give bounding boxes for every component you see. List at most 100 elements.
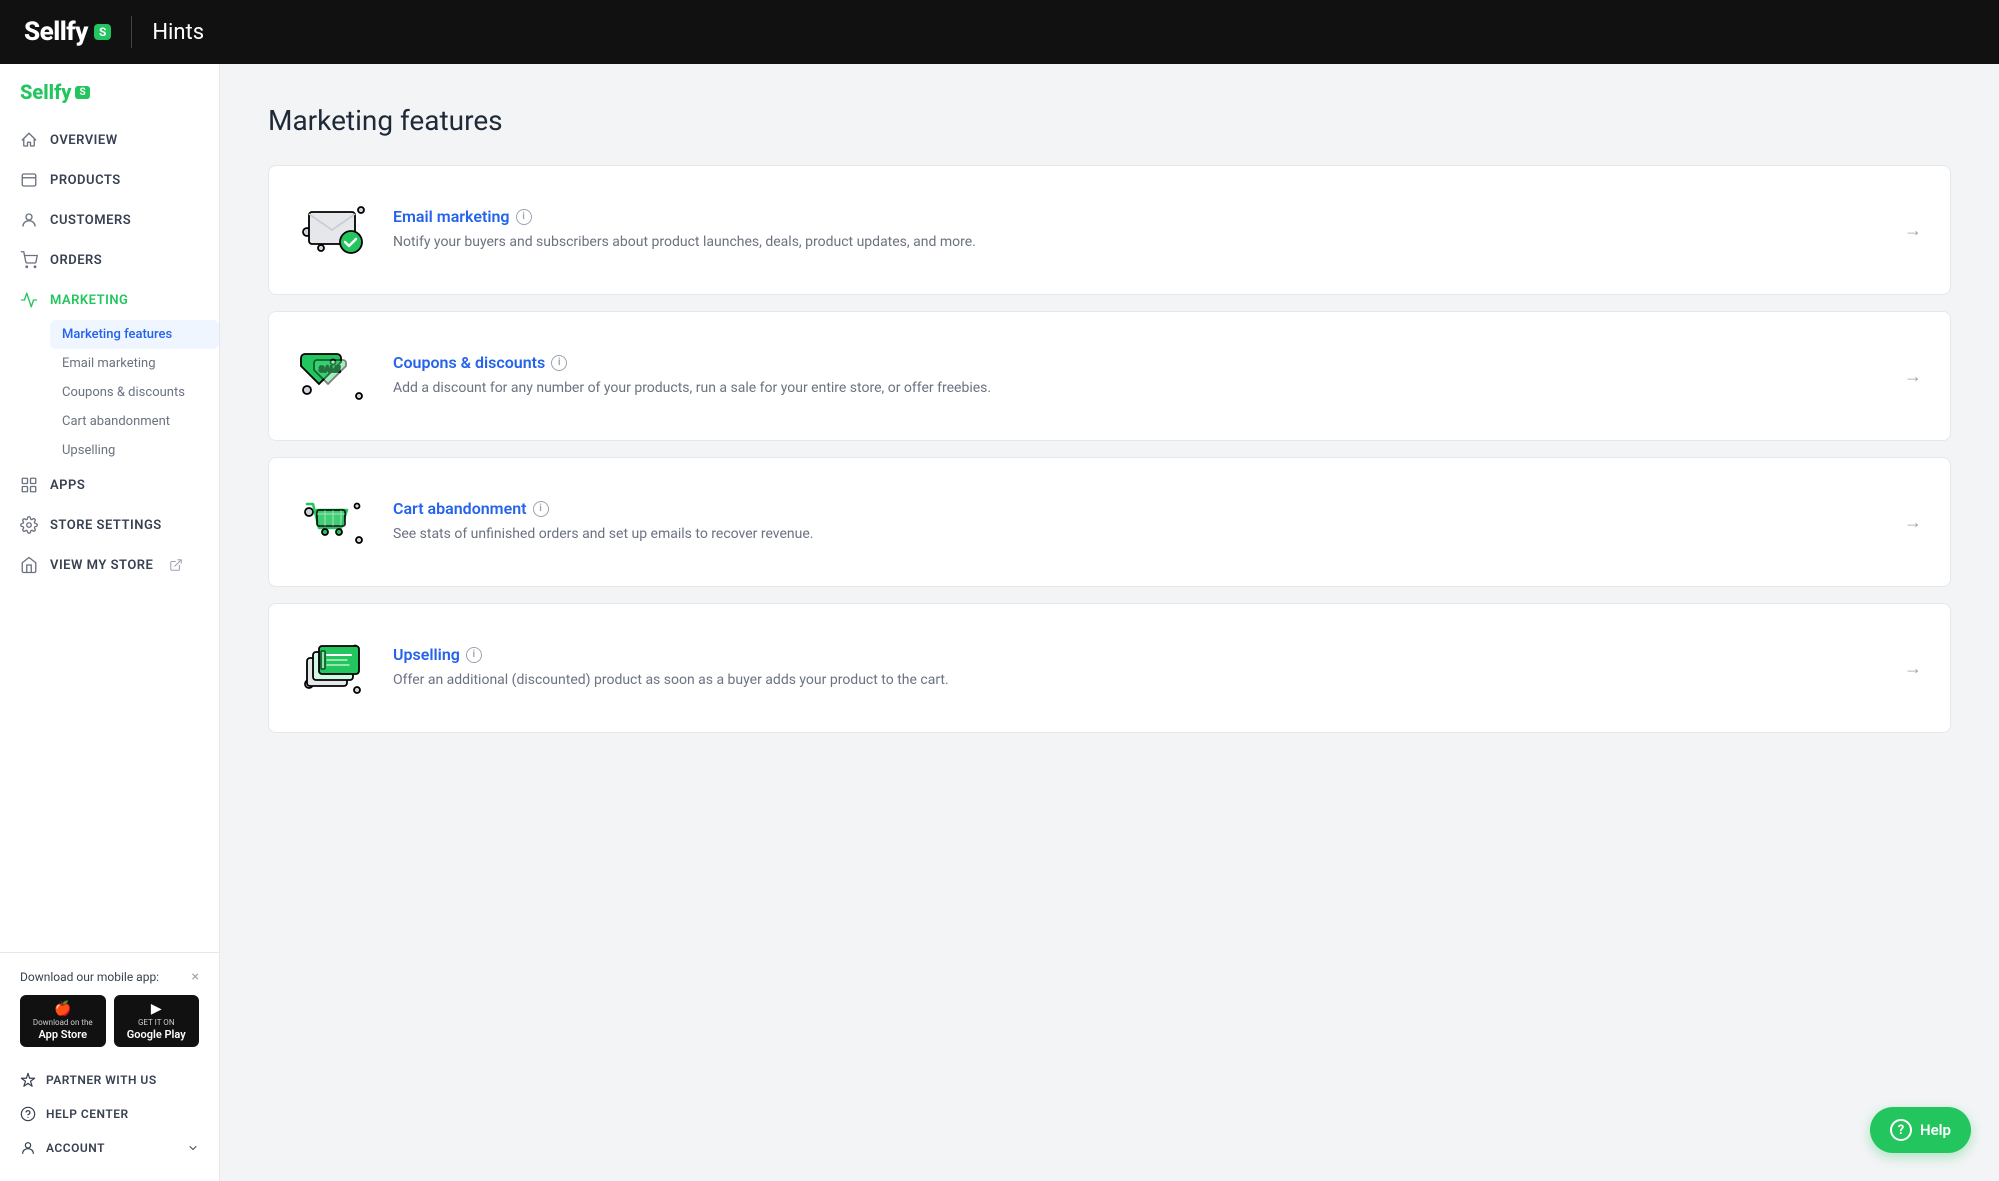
sidebar-item-overview-label: Overview <box>50 133 118 148</box>
marketing-icon <box>20 291 38 309</box>
help-center-label: Help Center <box>46 1107 129 1121</box>
sidebar-item-partner[interactable]: Partner with us <box>20 1063 199 1097</box>
upsell-title: Upselling i <box>393 645 1880 664</box>
header-logo-badge: S <box>94 24 111 40</box>
page-title: Marketing features <box>268 104 1951 137</box>
sidebar-item-overview[interactable]: Overview <box>0 120 219 160</box>
header-title: Hints <box>152 20 204 45</box>
email-marketing-desc: Notify your buyers and subscribers about… <box>393 232 1880 253</box>
home-icon <box>20 131 38 149</box>
partner-label: Partner with us <box>46 1073 157 1087</box>
sub-nav-upselling[interactable]: Upselling <box>50 436 219 465</box>
help-center-icon <box>20 1106 36 1122</box>
sidebar-item-apps-label: Apps <box>50 478 85 493</box>
upsell-content: Upselling i Offer an additional (discoun… <box>393 645 1880 691</box>
feature-card-email-marketing[interactable]: Email marketing i Notify your buyers and… <box>268 165 1951 295</box>
feature-card-coupons[interactable]: SALE Coupons & discounts i Add a discoun… <box>268 311 1951 441</box>
coupons-title: Coupons & discounts i <box>393 353 1880 372</box>
apps-icon <box>20 476 38 494</box>
feature-card-upselling[interactable]: Upselling i Offer an additional (discoun… <box>268 603 1951 733</box>
sidebar-item-orders[interactable]: Orders <box>0 240 219 280</box>
sidebar-logo-text: Sellfy <box>20 80 71 104</box>
email-marketing-icon <box>299 200 367 260</box>
external-link-icon <box>169 558 183 572</box>
account-icon <box>20 1140 36 1156</box>
sidebar-item-products-label: Products <box>50 173 121 188</box>
email-marketing-info-icon[interactable]: i <box>516 209 532 225</box>
feature-card-cart-abandonment[interactable]: Cart abandonment i See stats of unfinish… <box>268 457 1951 587</box>
help-question-icon: ? <box>1890 1119 1912 1141</box>
app-store-sub: Download on the <box>33 1018 93 1027</box>
google-play-name: Google Play <box>127 1028 186 1041</box>
coupons-info-icon[interactable]: i <box>551 355 567 371</box>
sidebar-item-help-center[interactable]: Help Center <box>20 1097 199 1131</box>
sub-nav-cart-abandonment[interactable]: Cart abandonment <box>50 407 219 436</box>
store-icon <box>20 556 38 574</box>
orders-icon <box>20 251 38 269</box>
header-logo: Sellfy S <box>24 17 111 47</box>
coupons-content: Coupons & discounts i Add a discount for… <box>393 353 1880 399</box>
coupons-icon-wrap: SALE <box>297 340 369 412</box>
cart-title: Cart abandonment i <box>393 499 1880 518</box>
account-label: Account <box>46 1141 105 1155</box>
sidebar-logo: Sellfy S <box>0 64 219 120</box>
close-mobile-app-icon[interactable]: × <box>192 969 199 985</box>
mobile-app-section: Download our mobile app: × <box>20 969 199 985</box>
sidebar-item-products[interactable]: Products <box>0 160 219 200</box>
header-logo-text: Sellfy <box>24 17 88 47</box>
sidebar-item-apps[interactable]: Apps <box>0 465 219 505</box>
sub-nav-marketing-features[interactable]: Marketing features <box>50 320 219 349</box>
sidebar-item-store-settings[interactable]: Store settings <box>0 505 219 545</box>
upsell-desc: Offer an additional (discounted) product… <box>393 670 1880 691</box>
cart-icon-wrap <box>297 486 369 558</box>
sidebar-item-orders-label: Orders <box>50 253 102 268</box>
upsell-icon-wrap <box>297 632 369 704</box>
sidebar-item-marketing[interactable]: Marketing <box>0 280 219 320</box>
help-button-label: Help <box>1920 1121 1951 1139</box>
google-play-sub: GET IT ON <box>138 1018 175 1027</box>
sidebar: Sellfy S Overview Products <box>0 64 220 1181</box>
sidebar-item-customers-label: Customers <box>50 213 131 228</box>
mobile-app-title-text: Download our mobile app: <box>20 970 159 984</box>
chevron-down-icon <box>187 1142 199 1154</box>
sidebar-item-store-settings-label: Store settings <box>50 518 162 533</box>
coupons-icon: SALE <box>299 346 367 406</box>
cart-info-icon[interactable]: i <box>533 501 549 517</box>
cart-abandonment-icon <box>299 492 367 552</box>
customers-icon <box>20 211 38 229</box>
main-content: Marketing features <box>220 64 1999 1181</box>
upsell-icon <box>299 638 367 698</box>
sidebar-item-account[interactable]: Account <box>20 1131 199 1165</box>
upsell-info-icon[interactable]: i <box>466 647 482 663</box>
marketing-sub-nav: Marketing features Email marketing Coupo… <box>0 320 219 465</box>
sidebar-item-view-my-store[interactable]: View my store <box>0 545 219 585</box>
sidebar-bottom: Download our mobile app: × 🍎 Download on… <box>0 952 219 1181</box>
email-marketing-content: Email marketing i Notify your buyers and… <box>393 207 1880 253</box>
sidebar-item-view-my-store-label: View my store <box>50 558 153 573</box>
main-layout: Sellfy S Overview Products <box>0 64 1999 1181</box>
sub-nav-email-marketing[interactable]: Email marketing <box>50 349 219 378</box>
app-store-badge[interactable]: 🍎 Download on the App Store <box>20 995 106 1047</box>
cart-arrow-icon: → <box>1904 512 1922 533</box>
coupons-arrow-icon: → <box>1904 366 1922 387</box>
top-header: Sellfy S Hints <box>0 0 1999 64</box>
sidebar-item-customers[interactable]: Customers <box>0 200 219 240</box>
help-button[interactable]: ? Help <box>1870 1107 1971 1153</box>
sidebar-logo-badge: S <box>75 86 89 99</box>
sub-nav-coupons-discounts[interactable]: Coupons & discounts <box>50 378 219 407</box>
google-play-badge[interactable]: ▶ GET IT ON Google Play <box>114 995 200 1047</box>
sidebar-item-marketing-label: Marketing <box>50 293 128 308</box>
google-play-icon: ▶ <box>151 1001 162 1017</box>
products-icon <box>20 171 38 189</box>
sidebar-nav: Overview Products Customers <box>0 120 219 952</box>
coupons-desc: Add a discount for any number of your pr… <box>393 378 1880 399</box>
header-divider <box>131 16 132 48</box>
app-store-name: App Store <box>38 1028 87 1041</box>
cart-content: Cart abandonment i See stats of unfinish… <box>393 499 1880 545</box>
apple-icon: 🍎 <box>54 1001 71 1017</box>
email-marketing-title: Email marketing i <box>393 207 1880 226</box>
partner-icon <box>20 1072 36 1088</box>
cart-desc: See stats of unfinished orders and set u… <box>393 524 1880 545</box>
app-badges: 🍎 Download on the App Store ▶ GET IT ON … <box>20 995 199 1047</box>
upsell-arrow-icon: → <box>1904 658 1922 679</box>
